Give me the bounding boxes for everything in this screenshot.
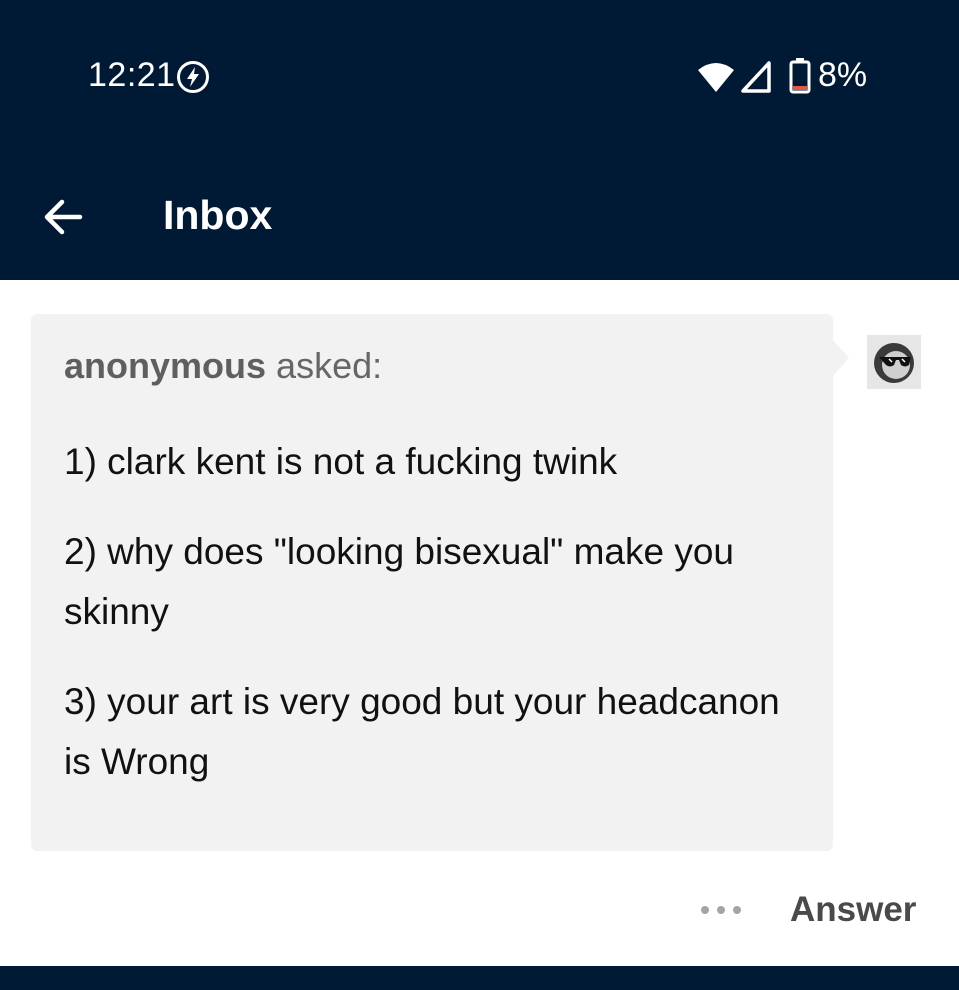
- bubble-tail: [833, 340, 849, 376]
- question-line-3: 3) your art is very good but your headca…: [64, 681, 780, 782]
- asked-line: anonymous asked:: [64, 345, 382, 387]
- battery-icon: [789, 58, 811, 94]
- flash-icon: [177, 61, 209, 93]
- question-line-1: 1) clark kent is not a fucking twink: [64, 441, 618, 482]
- answer-button[interactable]: Answer: [790, 890, 916, 930]
- battery-percent: 8%: [818, 56, 868, 94]
- signal-icon: [741, 61, 771, 93]
- more-dots-icon[interactable]: [698, 902, 744, 918]
- arrow-left-icon[interactable]: [42, 196, 84, 238]
- asked-label: asked:: [276, 345, 383, 386]
- asker-name[interactable]: anonymous: [64, 345, 266, 386]
- status-time: 12:21: [88, 56, 176, 94]
- question-line-2: 2) why does "looking bisexual" make you …: [64, 531, 735, 632]
- app-header: 12:21 8% Inbox: [0, 0, 959, 280]
- avatar[interactable]: [867, 335, 921, 389]
- page-title: Inbox: [163, 192, 273, 238]
- bottom-bar: [0, 966, 959, 990]
- wifi-icon: [698, 63, 734, 92]
